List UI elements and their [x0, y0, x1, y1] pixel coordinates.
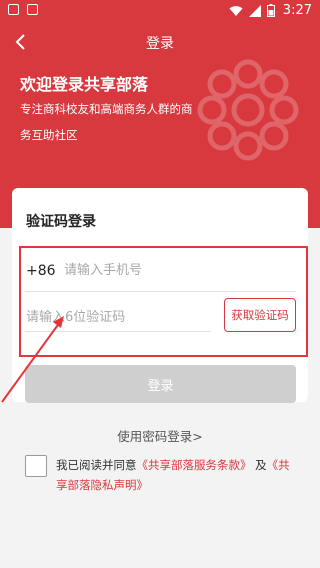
signal-icon — [248, 4, 261, 17]
login-button[interactable]: 登录 — [25, 365, 296, 403]
notification-icon — [27, 4, 38, 15]
status-time: 3:27 — [282, 3, 312, 18]
notification-icon — [8, 4, 19, 15]
wifi-icon — [229, 5, 243, 16]
terms-link[interactable]: 《共享部落服务条款》 — [137, 458, 252, 472]
welcome-title: 欢迎登录共享部落 — [20, 75, 149, 94]
agreement-conjunction: 及 — [255, 458, 267, 472]
page-title: 登录 — [146, 36, 174, 52]
status-bar: 3:27 — [0, 0, 320, 22]
annotation-highlight-box — [19, 246, 308, 357]
navigation-bar: 登录 — [0, 26, 320, 58]
password-login-link[interactable]: 使用密码登录> — [0, 426, 320, 445]
agreement-checkbox[interactable] — [25, 455, 47, 477]
agreement-prefix: 我已阅读并同意 — [56, 458, 137, 472]
login-card-title: 验证码登录 — [26, 214, 96, 230]
agreement-text: 我已阅读并同意《共享部落服务条款》 及《共享部落隐私声明》 — [56, 455, 298, 495]
battery-icon — [266, 4, 275, 17]
welcome-subtitle: 专注商科校友和高端商务人群的商务互助社区 — [20, 102, 193, 142]
decorative-emblem-icon — [197, 59, 299, 161]
